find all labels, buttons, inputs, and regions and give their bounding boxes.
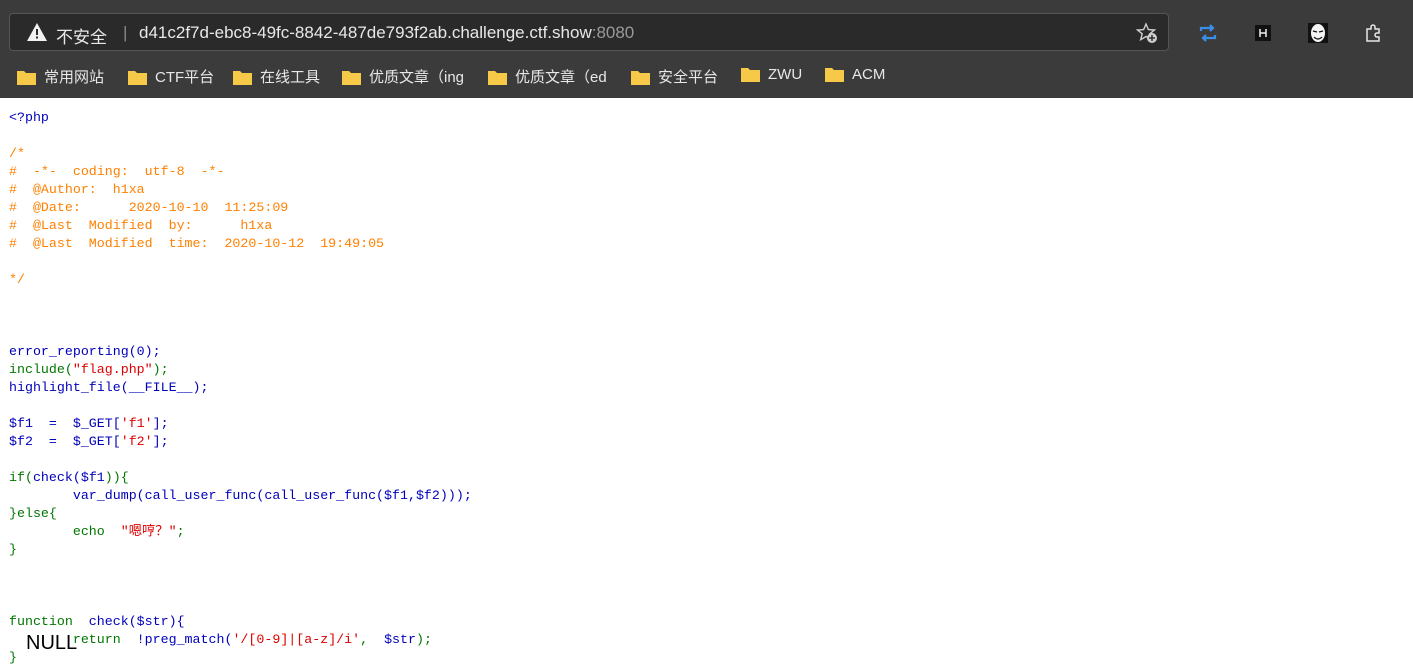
- code-var: $f1: [80, 470, 105, 485]
- browser-chrome: 不安全 | d41c2f7d-ebc8-49fc-8842-487de793f2…: [0, 0, 1413, 98]
- code-punct: }: [9, 542, 17, 557]
- code-line: $f2 = $_GET[: [9, 434, 121, 449]
- folder-icon: [128, 71, 147, 85]
- bookmark-folder[interactable]: CTF平台: [128, 66, 214, 86]
- code-keyword: }else{: [9, 506, 57, 521]
- bookmark-folder[interactable]: 在线工具: [233, 66, 320, 86]
- bookmark-folder[interactable]: 安全平台: [631, 66, 718, 86]
- address-bar[interactable]: 不安全 | d41c2f7d-ebc8-49fc-8842-487de793f2…: [9, 13, 1169, 51]
- folder-icon: [741, 68, 760, 82]
- code-line: highlight_file(__FILE__);: [9, 380, 209, 395]
- warning-icon[interactable]: [26, 22, 48, 42]
- code-call: check($str){: [88, 614, 185, 629]
- code-call: check(: [32, 470, 81, 485]
- code-line: error_reporting(0);: [9, 344, 161, 359]
- php-open-tag: <?php: [9, 110, 49, 125]
- bookmarks-bar: 常用网站 CTF平台 在线工具 优质文章（ing 优质文章（ed 安全平台 ZW…: [0, 60, 1413, 90]
- h-extension-icon[interactable]: [1252, 22, 1274, 44]
- mask-extension-icon[interactable]: [1307, 22, 1329, 44]
- bookmark-folder[interactable]: 优质文章（ed: [488, 66, 607, 86]
- puzzle-extension-icon[interactable]: [1362, 22, 1384, 44]
- folder-icon: [631, 71, 650, 85]
- code-line: var_dump(call_user_func(call_user_func($…: [9, 488, 472, 503]
- code-keyword: echo: [9, 524, 121, 539]
- code-line: $f1 = $_GET[: [9, 416, 121, 431]
- code-punct: }: [9, 650, 17, 665]
- code-punct: )){: [104, 470, 129, 485]
- var-dump-output: NULL: [26, 632, 78, 654]
- code-string: "flag.php": [72, 362, 153, 377]
- folder-icon: [233, 71, 252, 85]
- php-source-code: <?php /* # -*- coding: utf-8 -*- # @Auth…: [9, 109, 472, 667]
- url-text[interactable]: d41c2f7d-ebc8-49fc-8842-487de793f2ab.cha…: [139, 23, 634, 43]
- sync-icon[interactable]: [1197, 22, 1219, 44]
- folder-icon: [488, 71, 507, 85]
- folder-icon: [17, 71, 36, 85]
- favorite-star-icon[interactable]: [1136, 22, 1158, 44]
- bookmark-folder[interactable]: 优质文章（ing: [342, 66, 464, 86]
- folder-icon: [342, 71, 361, 85]
- url-host: d41c2f7d-ebc8-49fc-8842-487de793f2ab.cha…: [139, 23, 592, 42]
- security-label[interactable]: 不安全: [56, 23, 107, 48]
- code-var: $str: [384, 632, 416, 647]
- header-comment: /* # -*- coding: utf-8 -*- # @Author: h1…: [9, 146, 385, 287]
- code-punct: ];: [152, 434, 169, 449]
- page-content: <?php /* # -*- coding: utf-8 -*- # @Auth…: [0, 98, 1413, 665]
- address-separator: |: [123, 23, 128, 42]
- code-punct: ,: [360, 632, 385, 647]
- code-punct: );: [152, 362, 169, 377]
- folder-icon: [825, 68, 844, 82]
- bookmark-folder[interactable]: ACM: [825, 66, 885, 86]
- bookmark-folder[interactable]: 常用网站: [17, 66, 104, 86]
- url-port: :8080: [591, 23, 635, 42]
- code-string: "嗯哼？": [120, 524, 177, 539]
- code-keyword: function: [9, 614, 89, 629]
- code-string: 'f1': [120, 416, 153, 431]
- code-keyword: if(: [9, 470, 33, 485]
- code-keyword: include(: [9, 362, 73, 377]
- code-punct: ];: [152, 416, 169, 431]
- code-punct: );: [415, 632, 432, 647]
- code-call: !preg_match(: [136, 632, 233, 647]
- code-punct: ;: [176, 524, 185, 539]
- bookmark-folder[interactable]: ZWU: [741, 66, 802, 86]
- code-string: '/[0-9]|[a-z]/i': [232, 632, 361, 647]
- code-string: 'f2': [120, 434, 153, 449]
